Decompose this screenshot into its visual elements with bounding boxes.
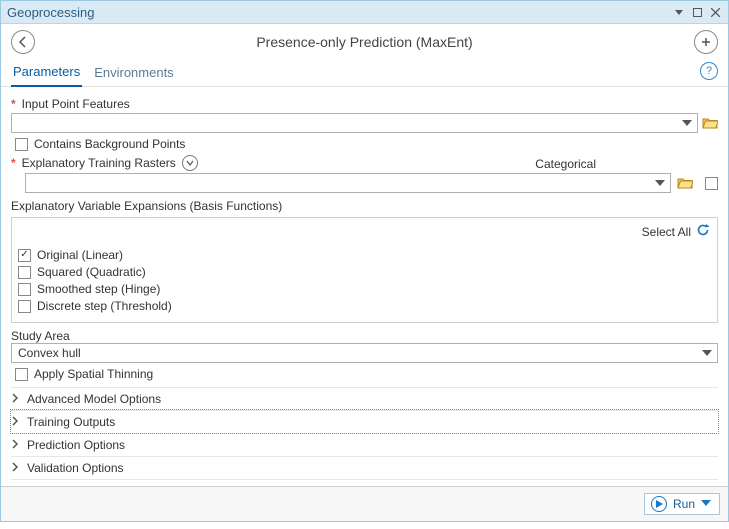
field-study-area: Study Area Convex hull Apply Spatial Thi… — [11, 329, 718, 381]
tab-parameters[interactable]: Parameters — [11, 60, 82, 87]
contains-background-label: Contains Background Points — [34, 137, 185, 151]
categorical-header: Categorical — [535, 157, 596, 171]
play-icon — [651, 496, 667, 512]
chevron-down-icon — [652, 175, 668, 191]
basis-checkbox[interactable] — [18, 300, 31, 313]
chevron-right-icon — [11, 461, 23, 475]
chevron-right-icon — [11, 415, 23, 429]
basis-label: Squared (Quadratic) — [37, 265, 146, 279]
close-icon[interactable] — [708, 5, 722, 19]
accordion-item[interactable]: Training Outputs — [11, 410, 718, 433]
chevron-right-icon — [11, 392, 23, 406]
titlebar: Geoprocessing — [1, 1, 728, 24]
contains-background-checkbox[interactable] — [15, 138, 28, 151]
apply-thinning-checkbox[interactable] — [15, 368, 28, 381]
input-point-features-combo[interactable] — [11, 113, 698, 133]
explanatory-rasters-label: Explanatory Training Rasters — [22, 156, 176, 170]
basis-label: Smoothed step (Hinge) — [37, 282, 160, 296]
input-point-features-label: Input Point Features — [22, 97, 130, 111]
basis-label: Discrete step (Threshold) — [37, 299, 172, 313]
chevron-right-icon — [11, 438, 23, 452]
geoprocessing-pane: Geoprocessing Presence-only Prediction (… — [0, 0, 729, 522]
basis-option: Smoothed step (Hinge) — [18, 282, 711, 296]
accordion-label: Training Outputs — [27, 415, 115, 429]
accordion-item[interactable]: Validation Options — [11, 456, 718, 479]
basis-checkbox[interactable] — [18, 249, 31, 262]
study-area-select[interactable]: Convex hull — [11, 343, 718, 363]
maximize-icon[interactable] — [690, 5, 704, 19]
accordion-item[interactable]: Prediction Options — [11, 433, 718, 456]
back-button[interactable] — [11, 30, 35, 54]
field-input-point-features: * Input Point Features — [11, 97, 718, 151]
reset-icon[interactable] — [695, 222, 711, 241]
basis-option: Squared (Quadratic) — [18, 265, 711, 279]
accordion-item[interactable]: Advanced Model Options — [11, 387, 718, 410]
run-button[interactable]: Run — [644, 493, 720, 515]
add-button[interactable] — [694, 30, 718, 54]
study-area-label: Study Area — [11, 329, 718, 343]
basis-option: Original (Linear) — [18, 248, 711, 262]
explanatory-raster-combo[interactable] — [25, 173, 671, 193]
accordion-label: Advanced Model Options — [27, 392, 161, 406]
chevron-down-icon — [699, 345, 715, 361]
accordion-label: Prediction Options — [27, 438, 125, 452]
tab-environments[interactable]: Environments — [92, 61, 175, 86]
field-basis-functions: Explanatory Variable Expansions (Basis F… — [11, 199, 718, 323]
basis-label: Original (Linear) — [37, 248, 123, 262]
browse-button[interactable] — [677, 175, 693, 191]
parameters-body: * Input Point Features — [1, 87, 728, 486]
dropdown-icon[interactable] — [672, 5, 686, 19]
study-area-value: Convex hull — [18, 346, 81, 360]
basis-option: Discrete step (Threshold) — [18, 299, 711, 313]
basis-checkbox[interactable] — [18, 266, 31, 279]
pane-title: Geoprocessing — [7, 5, 94, 20]
required-marker: * — [11, 97, 16, 111]
browse-button[interactable] — [702, 115, 718, 131]
options-toggle-icon[interactable] — [182, 155, 198, 171]
required-marker: * — [11, 156, 16, 170]
basis-checkbox[interactable] — [18, 283, 31, 296]
field-explanatory-rasters: * Explanatory Training Rasters Categoric… — [11, 155, 718, 193]
accordion-label: Validation Options — [27, 461, 124, 475]
tabs: Parameters Environments ? — [1, 60, 728, 87]
tool-header: Presence-only Prediction (MaxEnt) — [1, 24, 728, 60]
categorical-checkbox[interactable] — [705, 177, 718, 190]
tool-title: Presence-only Prediction (MaxEnt) — [35, 34, 694, 50]
basis-functions-label: Explanatory Variable Expansions (Basis F… — [11, 199, 718, 213]
apply-thinning-label: Apply Spatial Thinning — [34, 367, 153, 381]
footer: Run — [1, 486, 728, 521]
chevron-down-icon — [701, 497, 715, 511]
options-accordion: Advanced Model Options Training Outputs Pr… — [11, 387, 718, 486]
chevron-down-icon — [679, 115, 695, 131]
select-all-link[interactable]: Select All — [642, 225, 691, 239]
run-label: Run — [673, 497, 695, 511]
help-button[interactable]: ? — [700, 62, 718, 80]
